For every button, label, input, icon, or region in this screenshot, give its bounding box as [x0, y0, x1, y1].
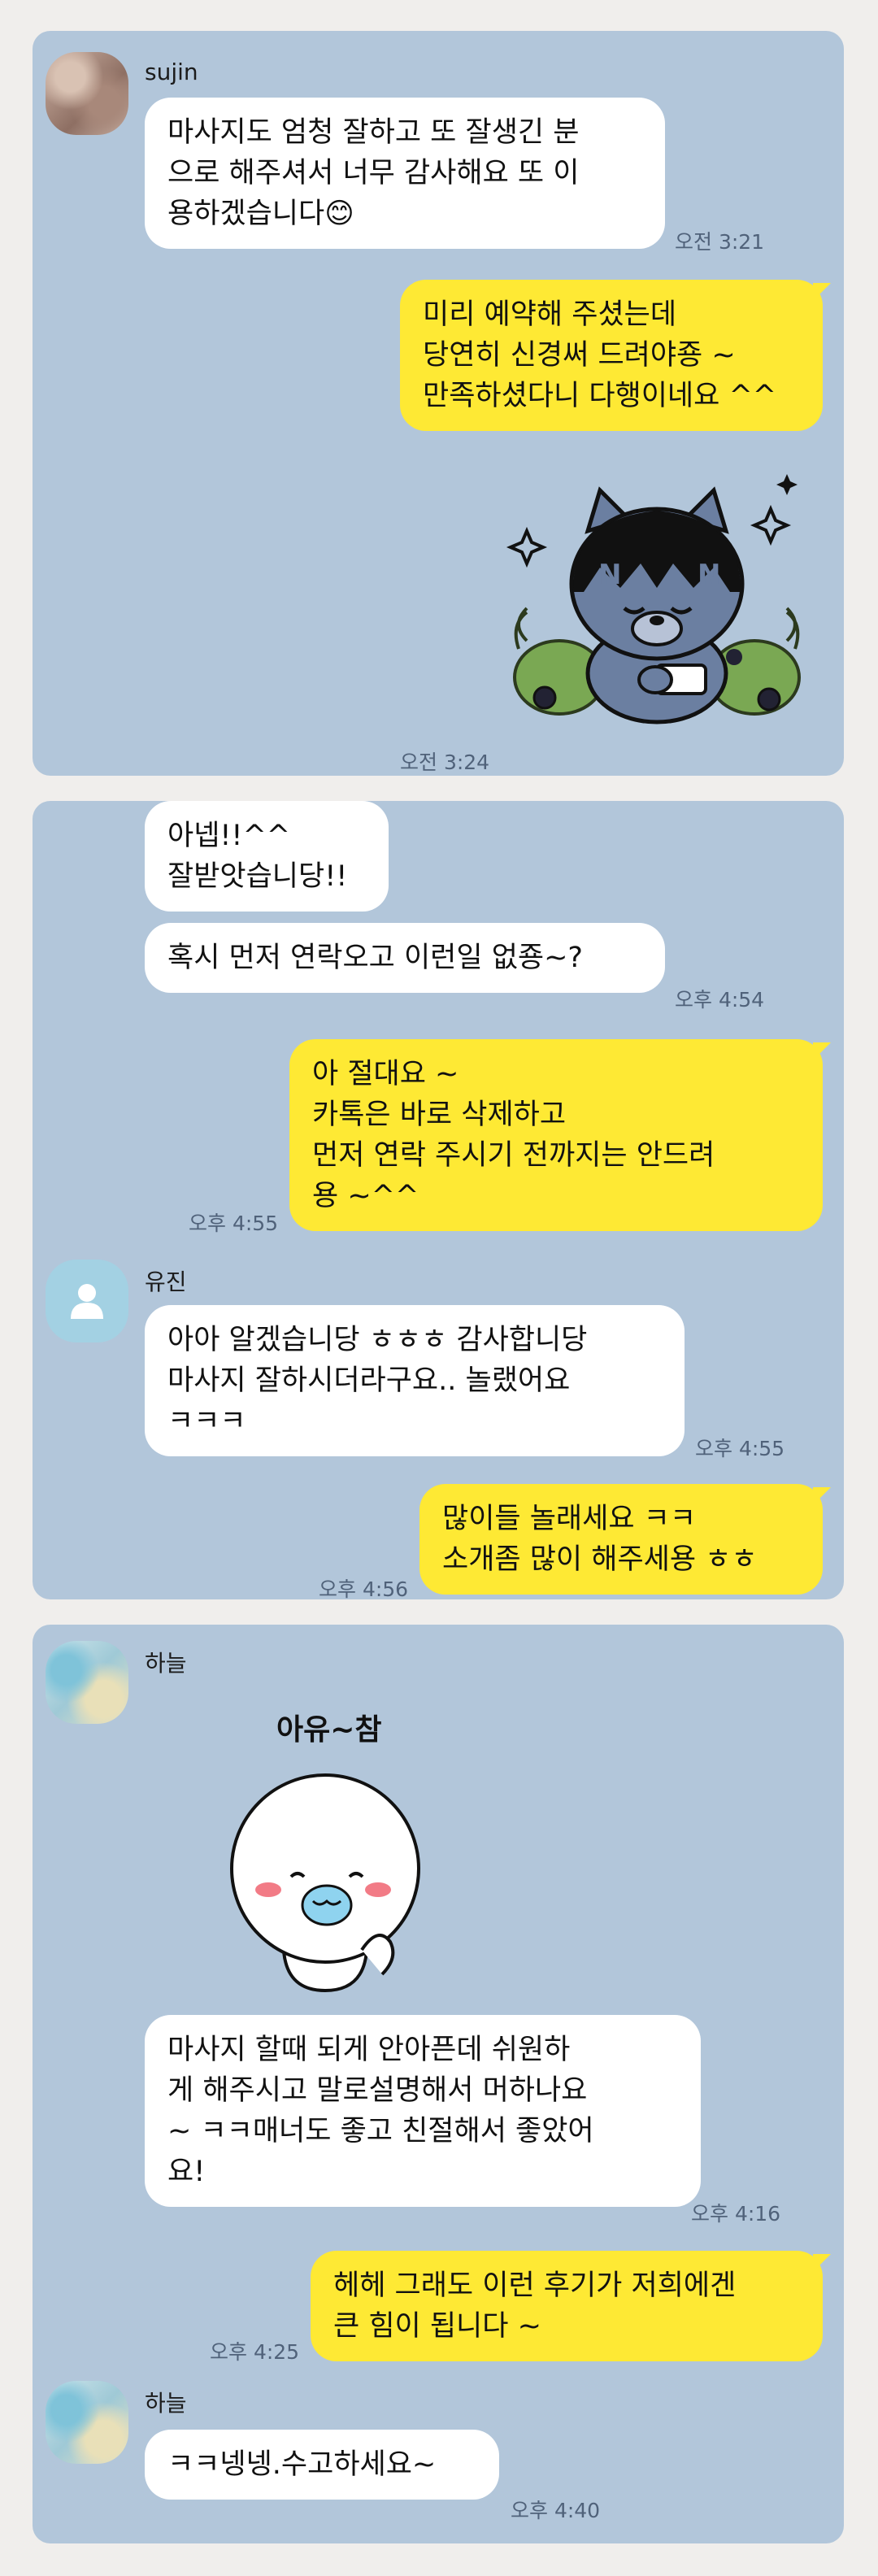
- message-timestamp: 오전 3:21: [675, 230, 765, 254]
- sender-avatar[interactable]: [46, 2381, 128, 2464]
- message-timestamp: 오전 3:24: [400, 751, 490, 774]
- bubble-tail: [813, 1042, 831, 1060]
- received-message-bubble[interactable]: ㅋㅋ넹넹.수고하세요~: [145, 2430, 499, 2500]
- sender-name: 하늘: [145, 1650, 187, 1677]
- message-timestamp: 오후 4:55: [189, 1212, 279, 1235]
- sent-message-bubble[interactable]: 많이들 놀래세요 ㅋㅋ 소개좀 많이 해주세용 ㅎㅎ: [419, 1484, 823, 1595]
- chat-screenshot-3: 하늘 아유~참 마사지 할때 되게 안아픈데 쉬원하 게 해주시고 말로설명해서…: [33, 1625, 844, 2543]
- chat-screenshot-2: 아넵!!^^ 잘받앗습니당!! 혹시 먼저 연락오고 이런일 없죵~? 오후 4…: [33, 801, 844, 1599]
- bubble-tail: [813, 1487, 831, 1505]
- chat-screenshot-1: sujin 마사지도 엄청 잘하고 또 잘생긴 분 으로 해주셔서 너무 감사해…: [33, 31, 844, 776]
- message-timestamp: 오후 4:16: [691, 2202, 781, 2226]
- bubble-tail: [813, 2254, 831, 2272]
- svg-text:N: N: [598, 559, 621, 591]
- sender-name: sujin: [145, 59, 198, 85]
- message-timestamp: 오후 4:25: [210, 2340, 300, 2364]
- message-timestamp: 오후 4:56: [319, 1577, 409, 1599]
- message-timestamp: 오후 4:55: [695, 1437, 785, 1460]
- default-profile-icon: [71, 1284, 103, 1319]
- received-message-bubble[interactable]: 마사지 할때 되게 안아픈데 쉬원하 게 해주시고 말로설명해서 머하나요 ~ …: [145, 2015, 701, 2207]
- message-timestamp: 오후 4:54: [675, 988, 765, 1012]
- received-message-bubble[interactable]: 마사지도 엄청 잘하고 또 잘생긴 분 으로 해주셔서 너무 감사해요 또 이 …: [145, 98, 665, 249]
- svg-text:N: N: [698, 559, 720, 591]
- sent-message-bubble[interactable]: 아 절대요 ~ 카톡은 바로 삭제하고 먼저 연락 주시기 전까지는 안드려 용…: [289, 1039, 823, 1231]
- received-message-bubble[interactable]: 아아 알겠습니당 ㅎㅎㅎ 감사합니당 마사지 잘하시더라구요.. 놀랬어요 ㅋㅋ…: [145, 1305, 685, 1456]
- ghost-sticker[interactable]: 아유~참: [195, 1706, 455, 2015]
- sticker-caption: 아유~참: [276, 1713, 382, 1747]
- message-timestamp: 오후 4:40: [511, 2499, 601, 2522]
- bubble-tail: [813, 283, 831, 301]
- sender-avatar[interactable]: [46, 52, 128, 135]
- sender-avatar[interactable]: [46, 1260, 128, 1342]
- sender-name: 유진: [145, 1268, 187, 1295]
- received-message-bubble[interactable]: 혹시 먼저 연락오고 이런일 없죵~?: [145, 923, 665, 993]
- sender-avatar[interactable]: [46, 1641, 128, 1724]
- sent-message-bubble[interactable]: 미리 예약해 주셨는데 당연히 신경써 드려야죵 ~ 만족하셨다니 다행이네요 …: [400, 280, 823, 431]
- received-message-bubble[interactable]: 아넵!!^^ 잘받앗습니당!!: [145, 801, 389, 912]
- sent-message-bubble[interactable]: 헤헤 그래도 이런 후기가 저희에겐 큰 힘이 됩니다 ~: [311, 2251, 823, 2361]
- sender-name: 하늘: [145, 2390, 187, 2417]
- cat-sticker[interactable]: N N: [494, 470, 819, 738]
